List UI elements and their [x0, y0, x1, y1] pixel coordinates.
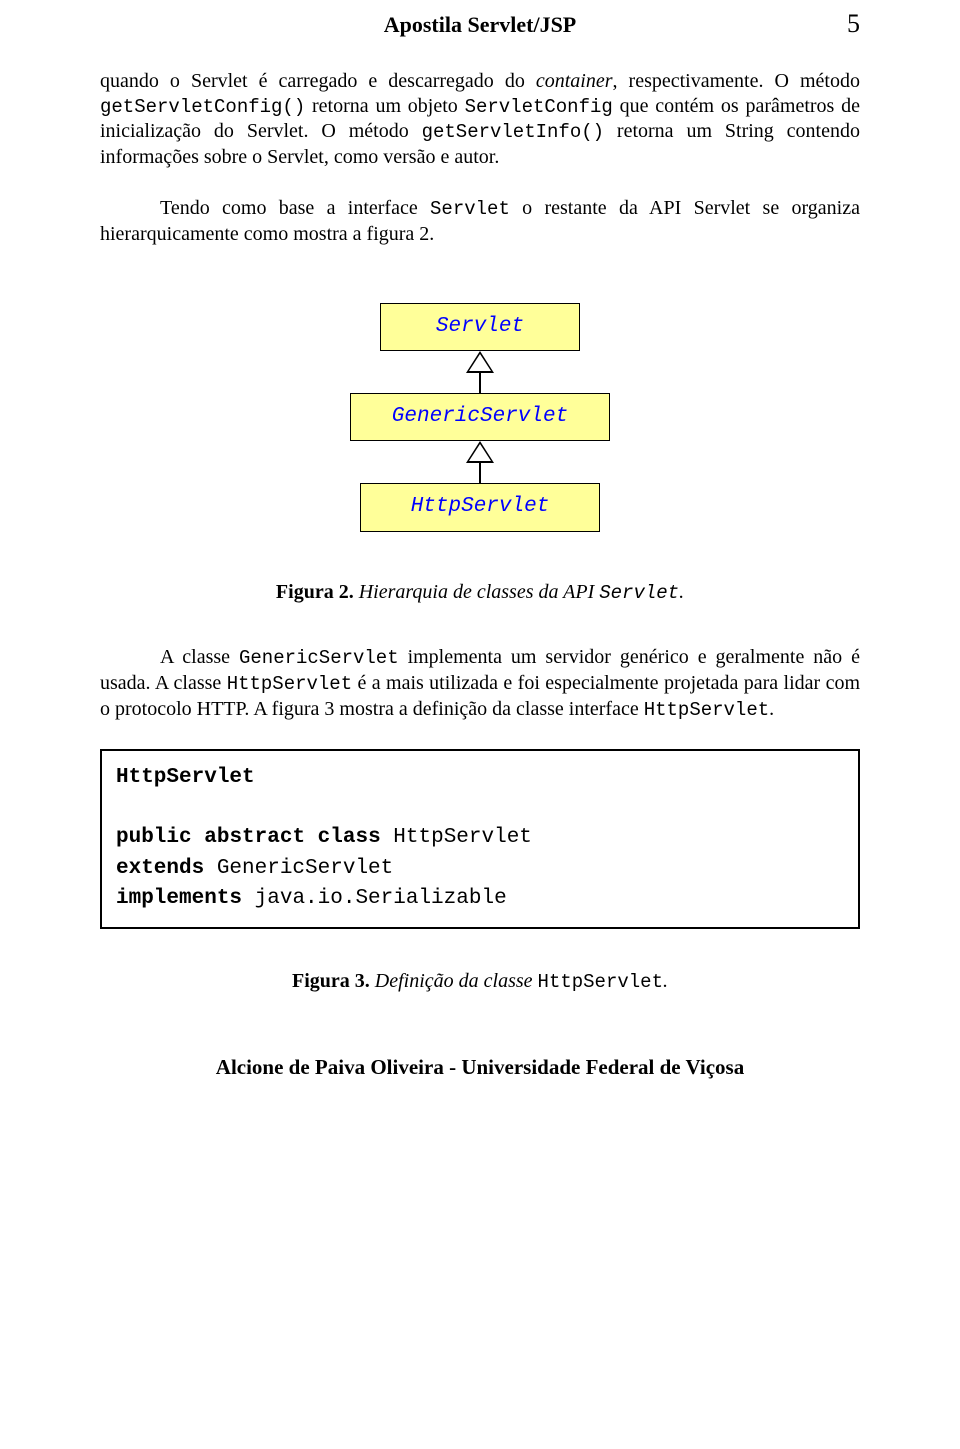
text: . — [679, 581, 684, 603]
text: A classe — [160, 646, 239, 668]
page-content: Apostila Servlet/JSP 5 quando o Servlet … — [0, 0, 960, 1141]
inline-code: getServletConfig() — [100, 96, 305, 118]
keyword: extends — [116, 857, 204, 880]
inline-code: HttpServlet — [538, 971, 663, 993]
code-text: java.io.Serializable — [242, 887, 507, 910]
code-block-httpservlet: HttpServlet public abstract class HttpSe… — [100, 749, 860, 929]
inline-code: ServletConfig — [465, 96, 613, 118]
figure-label: Figura 2. — [276, 581, 354, 603]
page-header: Apostila Servlet/JSP 5 — [100, 0, 860, 41]
figure-3-caption: Figura 3. Definição da classe HttpServle… — [100, 969, 860, 995]
uml-generalization-arrow — [466, 351, 494, 393]
code-line: HttpServlet — [116, 766, 255, 789]
text: . — [769, 698, 774, 720]
inline-code: HttpServlet — [227, 673, 352, 695]
inline-code: Servlet — [430, 198, 510, 220]
figure-text: Hierarquia de classes da API — [354, 581, 600, 603]
uml-class-genericservlet: GenericServlet — [350, 393, 610, 441]
uml-class-httpservlet: HttpServlet — [360, 483, 600, 531]
text: retorna um objeto — [305, 95, 464, 117]
header-title: Apostila Servlet/JSP — [124, 11, 836, 39]
text: , respectivamente. O método — [613, 70, 860, 92]
keyword: class — [318, 826, 381, 849]
uml-diagram: Servlet GenericServlet HttpServlet — [100, 303, 860, 532]
uml-generalization-arrow — [466, 441, 494, 483]
paragraph-2: Tendo como base a interface Servlet o re… — [100, 196, 860, 247]
figure-text: Definição da classe — [370, 970, 538, 992]
paragraph-3: A classe GenericServlet implementa um se… — [100, 645, 860, 722]
uml-line — [479, 373, 481, 393]
text: . — [663, 970, 668, 992]
code-text: HttpServlet — [381, 826, 532, 849]
uml-line — [479, 463, 481, 483]
page-number: 5 — [836, 8, 860, 41]
page-footer: Alcione de Paiva Oliveira - Universidade… — [100, 1054, 860, 1080]
text-italic: container — [536, 70, 613, 92]
text: quando o Servlet é carregado e descarreg… — [100, 70, 536, 92]
arrowhead-icon — [466, 441, 494, 463]
arrowhead-icon — [466, 351, 494, 373]
paragraph-1: quando o Servlet é carregado e descarreg… — [100, 69, 860, 171]
inline-code: Servlet — [599, 582, 679, 604]
inline-code: HttpServlet — [644, 699, 769, 721]
keyword: abstract — [204, 826, 305, 849]
uml-interface-servlet: Servlet — [380, 303, 580, 351]
figure-label: Figura 3. — [292, 970, 370, 992]
keyword: public — [116, 826, 192, 849]
inline-code: getServletInfo() — [422, 121, 604, 143]
figure-2-caption: Figura 2. Hierarquia de classes da API S… — [100, 580, 860, 606]
code-text: GenericServlet — [204, 857, 393, 880]
inline-code: GenericServlet — [239, 647, 399, 669]
keyword: implements — [116, 887, 242, 910]
text: Tendo como base a interface — [160, 197, 430, 219]
